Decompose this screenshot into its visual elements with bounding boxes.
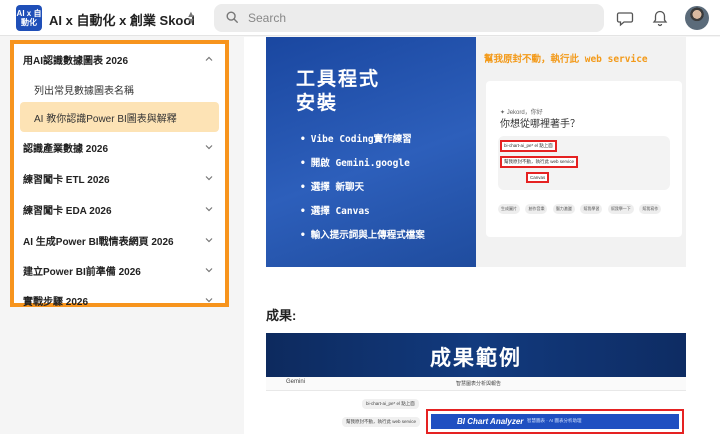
lesson-content: 工具程式 安裝 Vibe Coding實作練習 開啟 Gemini.google… — [244, 37, 720, 434]
search-input[interactable]: Search — [248, 11, 286, 25]
bi-chart-analyzer-preview: BI Chart Analyzer 智慧圖表 · AI 圖表分析助理 — [426, 409, 684, 434]
sidebar-item-label: AI 生成Power BI戰情表網頁 2026 — [23, 237, 174, 248]
slide-bullet: 選擇 Canvas — [300, 205, 425, 229]
sidebar-item-label: 用AI認識數據圖表 2026 — [23, 56, 129, 67]
mock-prompt-box: bi-chart-ai_pe* el 點上面 幫我原封不動，執行此 web se… — [498, 136, 670, 190]
result-banner-title: 成果範例 — [430, 346, 522, 370]
slide-blue-panel: 工具程式 安裝 Vibe Coding實作練習 開啟 Gemini.google… — [266, 37, 476, 267]
logo-text: AI x 自動化 — [16, 9, 42, 27]
top-bar: AI x 自動化 AI x 自動化 x 創業 Skool ▲ ▼ Search — [0, 0, 720, 36]
slide-bullet-list: Vibe Coding實作練習 開啟 Gemini.google 選擇 新聊天 … — [300, 133, 425, 253]
notification-bell-icon[interactable] — [651, 9, 669, 27]
sidebar-item-label: 練習闖卡 ETL 2026 — [23, 175, 110, 186]
sidebar-section-powerbi-prep[interactable]: 建立Power BI前準備 2026 — [14, 255, 225, 285]
sidebar-item-powerbi-charts[interactable]: AI 教你認識Power BI圖表與解釋 — [20, 102, 219, 132]
mock-highlight-prompt: 幫我原封不動，執行此 web service — [500, 156, 579, 168]
result-banner: 成果範例 — [266, 333, 686, 377]
analyzer-title: BI Chart Analyzer — [457, 417, 524, 426]
chevron-down-icon[interactable] — [205, 205, 213, 213]
user-avatar[interactable] — [685, 6, 709, 30]
mock-chip: 幫我學一下 — [607, 204, 634, 214]
result-heading: 成果: — [266, 308, 297, 323]
slide-bullet: Vibe Coding實作練習 — [300, 133, 425, 157]
gemini-bar: Gemini 智慧圖表分析與報告 — [266, 377, 686, 391]
sidebar-item-label: 列出常見數據圖表名稱 — [34, 86, 134, 97]
sidebar-section-etl[interactable]: 練習闖卡 ETL 2026 — [14, 163, 225, 193]
sidebar-item-label: 實戰步驟 2026 — [23, 297, 89, 308]
sidebar-item-label: 建立Power BI前準備 2026 — [23, 267, 141, 278]
mock-chip: 幫我寫作 — [639, 204, 662, 214]
analyzer-header: BI Chart Analyzer 智慧圖表 · AI 圖表分析助理 — [431, 414, 679, 429]
result-example-image: 成果範例 Gemini 智慧圖表分析與報告 bi-chart-ai_pe* el… — [266, 333, 686, 434]
chevron-down-icon[interactable] — [205, 266, 213, 274]
sidebar-item-label: 認識產業數據 2026 — [23, 144, 109, 155]
switch-community-icon[interactable]: ▲ ▼ — [186, 10, 196, 26]
sidebar-section-industry-data[interactable]: 認識產業數據 2026 — [14, 132, 225, 162]
community-name[interactable]: AI x 自動化 x 創業 Skool — [49, 10, 195, 29]
slide-note: 幫我原封不動，執行此 web service — [484, 54, 648, 65]
sidebar-section-ai-dashboard[interactable]: AI 生成Power BI戰情表網頁 2026 — [14, 225, 225, 255]
sidebar-item-label: AI 教你認識Power BI圖表與解釋 — [34, 114, 177, 125]
sidebar-item-chart-names[interactable]: 列出常見數據圖表名稱 — [14, 74, 225, 104]
mock-chip: 腦力激盪 — [552, 204, 575, 214]
mock-title: 你想從哪裡著手？ — [500, 119, 580, 130]
analyzer-subtitle: 智慧圖表 · AI 圖表分析助理 — [527, 418, 582, 423]
community-logo[interactable]: AI x 自動化 — [16, 5, 42, 31]
mock-highlight-canvas: Canvas — [526, 172, 550, 183]
chevron-up-icon[interactable] — [205, 55, 213, 63]
chat-icon[interactable] — [616, 9, 634, 27]
search-bar[interactable]: Search — [214, 4, 604, 32]
chevron-down-icon[interactable] — [205, 296, 213, 304]
search-icon — [226, 11, 238, 23]
chat-bubble: bi-chart-ai_pe* el 點上面 — [362, 399, 419, 409]
gemini-window-title: 智慧圖表分析與報告 — [456, 381, 502, 387]
course-sidebar: 用AI認識數據圖表 2026 列出常見數據圖表名稱 AI 教你認識Power B… — [10, 40, 229, 308]
mock-highlight-file: bi-chart-ai_pe* el 點上面 — [500, 140, 557, 152]
slide-bullet: 選擇 新聊天 — [300, 181, 425, 205]
chevron-down-icon[interactable] — [205, 174, 213, 182]
mock-chip: 幫我學習 — [580, 204, 603, 214]
mock-chip: 創作音樂 — [525, 204, 548, 214]
slide-bullet: 輸入提示詞與上傳程式檔案 — [300, 229, 425, 253]
gemini-label: Gemini — [286, 379, 306, 385]
chevron-down-icon[interactable] — [205, 143, 213, 151]
slide-bullet: 開啟 Gemini.google — [300, 157, 425, 181]
sidebar-section-practice-steps[interactable]: 實戰步驟 2026 — [14, 285, 225, 315]
mock-chip: 生成圖片 — [498, 204, 520, 214]
tool-install-slide-image: 工具程式 安裝 Vibe Coding實作練習 開啟 Gemini.google… — [266, 37, 686, 267]
gemini-mock-screenshot: ✦ Jekord，你好 你想從哪裡著手？ bi-chart-ai_pe* el … — [486, 81, 682, 237]
sidebar-section-eda[interactable]: 練習闖卡 EDA 2026 — [14, 194, 225, 224]
chat-bubble: 幫我原封不動，執行此 web service — [342, 417, 421, 427]
sidebar-item-label: 練習闖卡 EDA 2026 — [23, 206, 112, 217]
sidebar-section-ai-charts[interactable]: 用AI認識數據圖表 2026 — [14, 44, 225, 74]
chevron-down-icon[interactable] — [205, 236, 213, 244]
mock-suggestion-chips: 生成圖片 創作音樂 腦力激盪 幫我學習 幫我學一下 幫我寫作 — [498, 197, 674, 216]
slide-title: 工具程式 安裝 — [296, 68, 381, 114]
